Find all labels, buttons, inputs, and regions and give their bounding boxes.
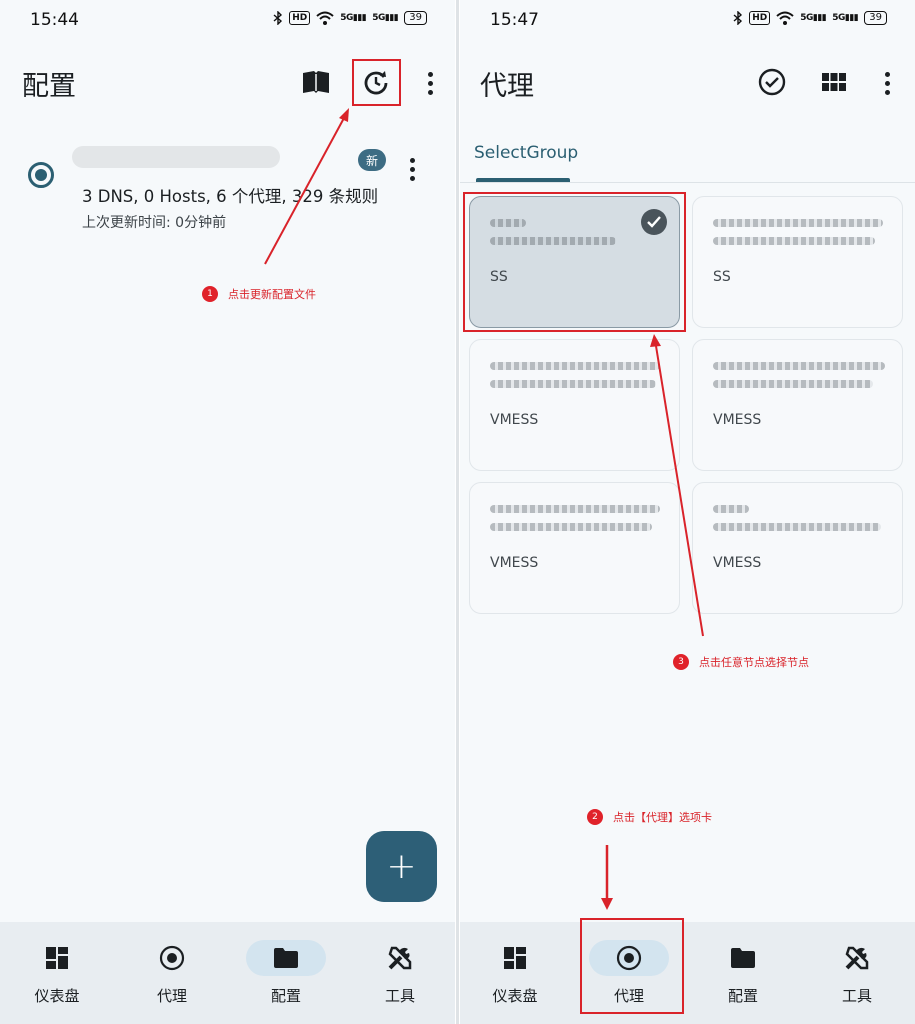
highlight-nav-proxy: [580, 918, 684, 1014]
proxy-icon: [159, 945, 185, 971]
bottom-nav: 仪表盘 代理 配置 工具: [460, 922, 915, 1024]
nav-dashboard[interactable]: 仪表盘: [7, 922, 107, 1024]
annotation-arrow-1: [264, 108, 349, 265]
add-icon[interactable]: +: [366, 831, 437, 902]
dashboard-icon: [504, 947, 526, 969]
screen-divider: [456, 0, 459, 1024]
nav-proxy[interactable]: 代理: [122, 922, 222, 1024]
bottom-nav: 仪表盘 代理 配置 工具: [0, 922, 455, 1024]
folder-icon: [731, 948, 755, 968]
annotation-3: 3 点击任意节点选择节点: [673, 654, 809, 670]
annotation-2: 2 点击【代理】选项卡: [587, 809, 712, 825]
dashboard-icon: [46, 947, 68, 969]
config-screen: 15:44 HD 5G▮▮▮ 5G▮▮▮ 39 配置 新 3 DNS, 0 Ho…: [0, 0, 455, 1024]
annotation-arrows: [601, 334, 704, 910]
nav-config[interactable]: 配置: [693, 922, 793, 1024]
nav-tools[interactable]: 工具: [807, 922, 907, 1024]
annotation-1: 1 点击更新配置文件: [202, 286, 316, 302]
nav-tools[interactable]: 工具: [350, 922, 450, 1024]
nav-dashboard[interactable]: 仪表盘: [465, 922, 565, 1024]
tools-icon: [388, 946, 412, 970]
nav-config[interactable]: 配置: [236, 922, 336, 1024]
folder-icon: [274, 948, 298, 968]
proxy-screen: 15:47 HD 5G▮▮▮ 5G▮▮▮ 39 代理 SelectGroup S…: [460, 0, 915, 1024]
tools-icon: [845, 946, 869, 970]
